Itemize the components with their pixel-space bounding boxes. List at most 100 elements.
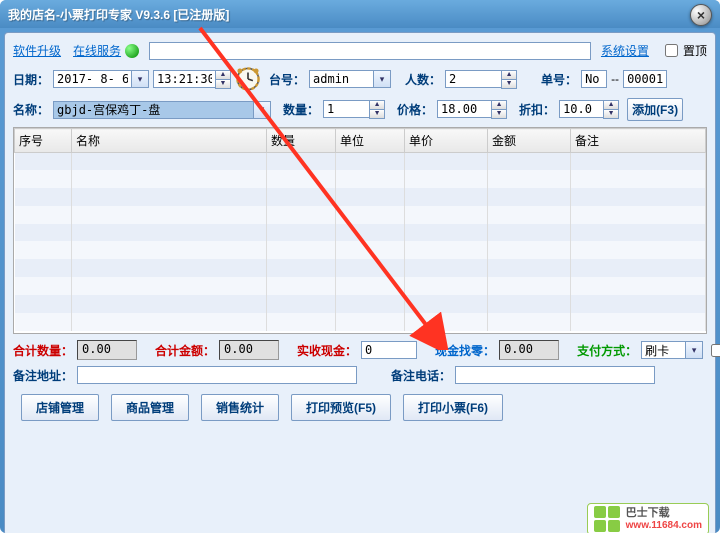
pin-top-box[interactable] [665, 44, 678, 57]
discount-down-icon[interactable]: ▼ [604, 110, 618, 118]
shop-mgmt-button[interactable]: 店铺管理 [21, 394, 99, 421]
people-input[interactable] [445, 70, 501, 88]
phone-label: 备注电话： [391, 367, 451, 384]
app-window: 我的店名-小票打印专家 V9.3.6 [已注册版] 软件升级 在线服务 系统设置… [0, 0, 720, 533]
qty-up-icon[interactable]: ▲ [370, 101, 384, 110]
order-label: 单号： [541, 71, 577, 88]
table-row[interactable] [15, 188, 706, 206]
globe-icon [125, 44, 139, 58]
watermark: 巴士下载 www.11684.com [587, 503, 709, 533]
watermark-brand: 巴士下载 [626, 507, 702, 519]
content-panel: 软件升级 在线服务 系统设置 置顶 日期： ▾ ▲▼ [4, 32, 716, 533]
item-row: 名称： ▾ 数量： ▲▼ 价格： ▲▼ 折扣： ▲▼ 添加(F3) [13, 98, 707, 121]
print-receipt-button[interactable]: 打印小票(F6) [403, 394, 503, 421]
pin-top-checkbox[interactable]: 置顶 [661, 41, 707, 60]
product-mgmt-button[interactable]: 商品管理 [111, 394, 189, 421]
cash-received-input[interactable] [361, 341, 417, 359]
pay-method-input[interactable] [641, 341, 685, 359]
totals-row: 合计数量： 0.00 合计金额： 0.00 实收现金： 现金找零： 0.00 支… [13, 340, 707, 360]
table-row[interactable] [15, 170, 706, 188]
discount-input[interactable] [559, 100, 603, 118]
name-combo[interactable]: ▾ [53, 101, 271, 119]
phone-input[interactable] [455, 366, 655, 384]
desk-combo[interactable]: ▾ [309, 70, 391, 88]
col-unit[interactable]: 单位 [336, 129, 405, 153]
col-qty[interactable]: 数量 [267, 129, 336, 153]
col-amount[interactable]: 金额 [488, 129, 571, 153]
date-label: 日期： [13, 71, 49, 88]
price-up-icon[interactable]: ▲ [492, 101, 506, 110]
total-qty-label: 合计数量： [13, 342, 73, 359]
price-down-icon[interactable]: ▼ [492, 110, 506, 118]
table-body[interactable] [15, 153, 706, 331]
table-head: 序号 名称 数量 单位 单价 金额 备注 [15, 129, 706, 153]
date-picker[interactable]: ▾ [53, 70, 149, 88]
date-input[interactable] [53, 70, 131, 88]
toolbar-row: 软件升级 在线服务 系统设置 置顶 [13, 41, 707, 60]
name-input[interactable] [53, 101, 253, 119]
name-label: 名称： [13, 101, 49, 118]
cash-received-label: 实收现金： [297, 342, 357, 359]
name-dropdown-icon[interactable]: ▾ [253, 101, 271, 119]
change-value: 0.00 [499, 340, 559, 360]
col-remark[interactable]: 备注 [571, 129, 706, 153]
order-dash: -- [611, 72, 619, 86]
qty-input[interactable] [323, 100, 369, 118]
address-label: 备注地址： [13, 367, 73, 384]
price-input[interactable] [437, 100, 491, 118]
discount-label: 折扣： [519, 101, 555, 118]
watermark-url: www.11684.com [626, 520, 702, 531]
people-spinner[interactable]: ▲▼ [445, 70, 517, 89]
time-spinner[interactable]: ▲▼ [153, 70, 231, 89]
people-up-icon[interactable]: ▲ [502, 71, 516, 80]
table-row[interactable] [15, 206, 706, 224]
software-upgrade-link[interactable]: 软件升级 [13, 42, 61, 59]
time-up-icon[interactable]: ▲ [216, 71, 230, 80]
table-row[interactable] [15, 153, 706, 171]
price-label: 价格： [397, 101, 433, 118]
sales-stats-button[interactable]: 销售统计 [201, 394, 279, 421]
system-settings-link[interactable]: 系统设置 [601, 42, 649, 59]
table-row[interactable] [15, 259, 706, 277]
time-input[interactable] [153, 70, 215, 88]
table-row[interactable] [15, 313, 706, 331]
online-service-link[interactable]: 在线服务 [73, 42, 121, 59]
table-row[interactable] [15, 295, 706, 313]
discount-up-icon[interactable]: ▲ [604, 101, 618, 110]
total-amount-label: 合计金额： [155, 342, 215, 359]
col-name[interactable]: 名称 [72, 129, 267, 153]
qty-spinner[interactable]: ▲▼ [323, 100, 385, 119]
date-row: 日期： ▾ ▲▼ 台号： ▾ 人数： ▲▼ 单号： [13, 66, 707, 92]
desk-input[interactable] [309, 70, 373, 88]
items-table[interactable]: 序号 名称 数量 单位 单价 金额 备注 [13, 127, 707, 334]
pay-method-dropdown-icon[interactable]: ▾ [685, 341, 703, 359]
address-input[interactable] [77, 366, 357, 384]
remarks-row: 备注地址： 备注电话： [13, 366, 707, 384]
date-dropdown-icon[interactable]: ▾ [131, 70, 149, 88]
people-down-icon[interactable]: ▼ [502, 80, 516, 88]
order-prefix-input[interactable] [581, 70, 607, 88]
total-amount-value: 0.00 [219, 340, 279, 360]
close-button[interactable] [690, 4, 712, 26]
desk-dropdown-icon[interactable]: ▾ [373, 70, 391, 88]
col-unitprice[interactable]: 单价 [405, 129, 488, 153]
qty-label: 数量： [283, 101, 319, 118]
time-down-icon[interactable]: ▼ [216, 80, 230, 88]
search-input[interactable] [149, 42, 591, 60]
window-title: 我的店名-小票打印专家 V9.3.6 [已注册版] [8, 6, 229, 23]
add-button[interactable]: 添加(F3) [627, 98, 683, 121]
pay-method-combo[interactable]: ▾ [641, 341, 703, 359]
titlebar: 我的店名-小票打印专家 V9.3.6 [已注册版] [0, 0, 720, 28]
pay-method-label: 支付方式： [577, 342, 637, 359]
desk-label: 台号： [269, 71, 305, 88]
col-seq[interactable]: 序号 [15, 129, 72, 153]
qty-down-icon[interactable]: ▼ [370, 110, 384, 118]
print-preview-button[interactable]: 打印预览(F5) [291, 394, 391, 421]
table-row[interactable] [15, 241, 706, 259]
pay-method-checkbox[interactable] [711, 344, 720, 357]
table-row[interactable] [15, 277, 706, 295]
discount-spinner[interactable]: ▲▼ [559, 100, 619, 119]
price-spinner[interactable]: ▲▼ [437, 100, 507, 119]
table-row[interactable] [15, 224, 706, 242]
order-number-input[interactable] [623, 70, 667, 88]
